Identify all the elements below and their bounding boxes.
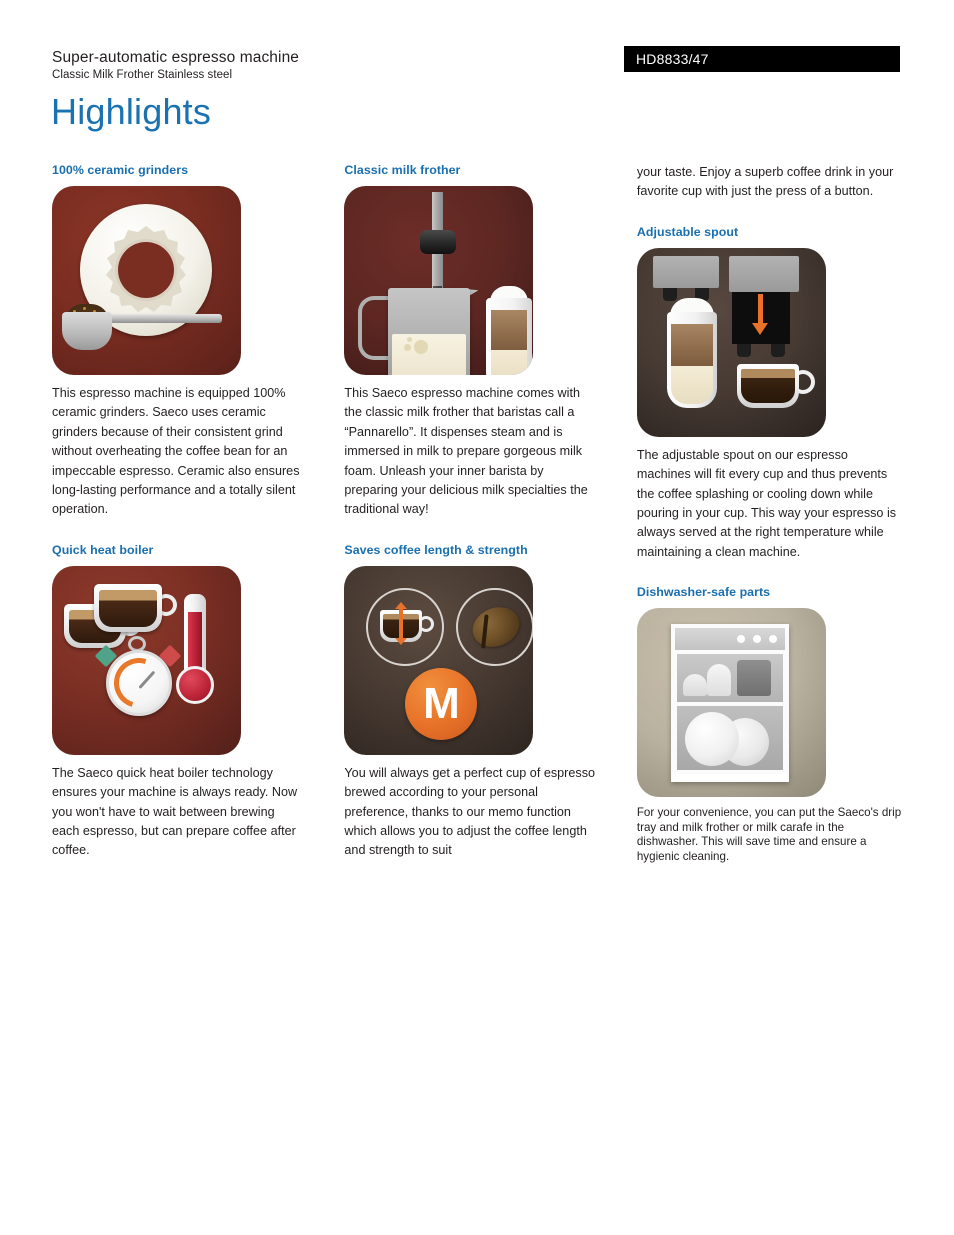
highlights-columns: 100% ceramic grinders This espresso mach… <box>52 163 904 865</box>
dishwasher-base-icon <box>672 774 787 783</box>
dishwasher-carafe-icon <box>736 660 771 697</box>
spout-nozzle-left-a-icon <box>662 287 677 301</box>
spout-latte-milk-icon <box>670 365 713 404</box>
spout-adjust-arrow-icon <box>751 293 768 335</box>
spout-nozzle-right-b-icon <box>770 343 785 357</box>
scoop-bowl-icon <box>62 312 112 350</box>
section-title-saves-coffee-length-strength: Saves coffee length & strength <box>344 542 528 557</box>
section-classic-milk-frother: Classic milk frother This Saeco espresso… <box>344 163 597 520</box>
dishwasher-illustration <box>636 608 826 798</box>
spout-nozzle-right-a-icon <box>736 343 751 357</box>
section-body-classic-milk-frother: This Saeco espresso machine comes with t… <box>344 386 588 517</box>
section-title-classic-milk-frother: Classic milk frother <box>344 163 461 177</box>
column-3: your taste. Enjoy a superb coffee drink … <box>636 163 904 865</box>
section-dishwasher-safe-parts: Dishwasher-safe parts For your convenien… <box>636 585 904 864</box>
column-1: 100% ceramic grinders This espresso mach… <box>52 163 305 865</box>
milk-in-jug-icon <box>392 334 467 375</box>
panel-dot-3-icon <box>768 635 777 644</box>
scoop-handle-icon <box>100 314 222 323</box>
section-body-saves-coffee-length-strength: You will always get a perfect cup of esp… <box>344 765 596 858</box>
section-saves-coffee-length-strength: Saves coffee length & strength M You wil… <box>344 543 597 861</box>
section-title-quick-heat-boiler: Quick heat boiler <box>52 542 154 557</box>
latte-milk-layer-icon <box>491 350 528 375</box>
dishwasher-control-panel-icon <box>674 628 785 651</box>
quick-heat-boiler-illustration <box>52 565 241 755</box>
adjustable-spout-illustration <box>636 247 826 437</box>
spout-espresso-fill-icon <box>740 368 795 403</box>
dishwasher-cup-1-icon <box>682 674 707 697</box>
section-ceramic-grinders: 100% ceramic grinders This espresso mach… <box>52 163 305 520</box>
espresso-cup-front-icon <box>94 583 177 632</box>
memo-function-illustration: M <box>344 565 534 755</box>
product-variant: Classic Milk Frother Stainless steel <box>52 69 233 81</box>
spout-latte-coffee-icon <box>670 323 713 368</box>
section-body-dishwasher-safe-parts: For your convenience, you can put the Sa… <box>636 806 902 864</box>
ceramic-grinder-illustration <box>52 186 241 375</box>
memo-m-button-icon: M <box>405 667 478 740</box>
section-title-ceramic-grinders: 100% ceramic grinders <box>52 163 189 177</box>
column-3-continuation-text: your taste. Enjoy a superb coffee drink … <box>636 165 894 199</box>
spout-head-left-icon <box>652 255 719 288</box>
arrow-down-icon <box>395 621 408 645</box>
section-quick-heat-boiler: Quick heat boiler The Saeco quick heat b… <box>52 543 305 861</box>
dishwasher-cup-2-icon <box>706 664 731 697</box>
sku-badge: HD8833/47 <box>624 46 900 72</box>
dishwasher-plate-1-icon <box>684 712 739 767</box>
section-body-ceramic-grinders: This espresso machine is equipped 100% c… <box>52 386 300 517</box>
section-adjustable-spout: Adjustable spout The adjustable spout on… <box>636 224 904 562</box>
datasheet-page: Super-automatic espresso machine Classic… <box>0 0 954 1235</box>
column-2: Classic milk frother This Saeco espresso… <box>344 163 597 865</box>
product-header: Super-automatic espresso machine Classic… <box>52 48 612 83</box>
spout-head-right-icon <box>728 255 799 292</box>
section-title-dishwasher-safe-parts: Dishwasher-safe parts <box>636 585 771 600</box>
section-body-adjustable-spout: The adjustable spout on our espresso mac… <box>636 447 897 559</box>
grinder-teeth-icon <box>106 226 186 312</box>
panel-dot-1-icon <box>736 635 745 644</box>
panel-dot-2-icon <box>752 635 761 644</box>
section-body-quick-heat-boiler: The Saeco quick heat boiler technology e… <box>52 765 298 858</box>
thermometer-bulb-icon <box>176 665 214 704</box>
product-type: Super-automatic espresso machine <box>52 49 300 66</box>
latte-coffee-layer-icon <box>491 310 528 352</box>
classic-milk-frother-illustration <box>344 186 534 375</box>
page-title: Highlights <box>51 91 212 132</box>
section-title-adjustable-spout: Adjustable spout <box>636 224 739 239</box>
steam-wand-collar-icon <box>420 230 457 254</box>
